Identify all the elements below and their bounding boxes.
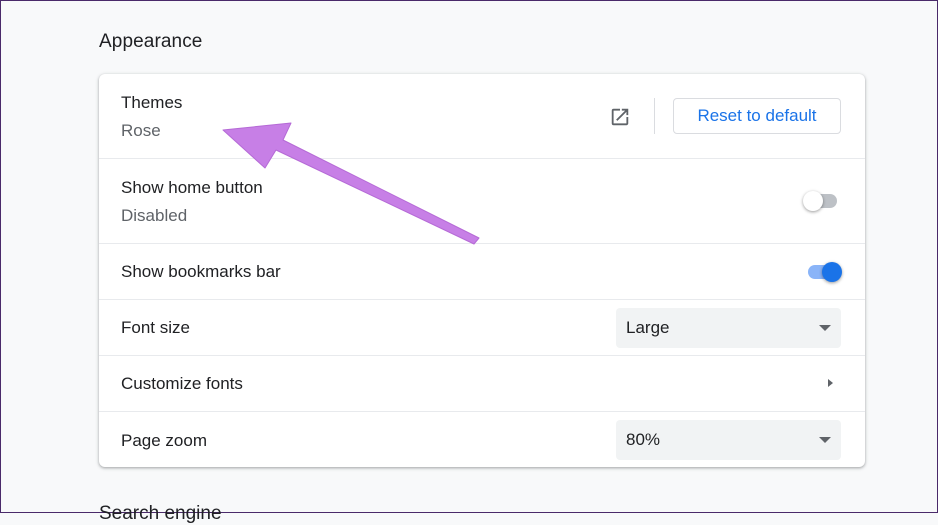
reset-to-default-button[interactable]: Reset to default [673,98,841,134]
bookmarks-bar-row[interactable]: Show bookmarks bar [99,243,865,299]
customize-fonts-label: Customize fonts [121,374,243,393]
open-in-new-icon[interactable] [609,106,631,128]
customize-fonts-row[interactable]: Customize fonts [99,355,865,411]
home-button-row[interactable]: Show home button Disabled [99,158,865,243]
bookmarks-bar-label: Show bookmarks bar [121,262,281,281]
appearance-card: Themes Rose Reset to default Show home b… [99,74,865,467]
toggle-knob [822,262,842,282]
bookmarks-bar-toggle[interactable] [806,262,842,282]
home-button-toggle[interactable] [803,191,839,211]
toggle-knob [803,191,823,211]
font-size-select[interactable]: Large [616,308,841,348]
font-size-label: Font size [121,318,190,337]
chevron-right-icon [828,379,833,387]
home-button-value: Disabled [121,206,188,225]
page-zoom-select[interactable]: 80% [616,420,841,460]
font-size-row: Font size Large [99,299,865,355]
themes-label: Themes [121,93,183,112]
home-button-label: Show home button [121,178,263,197]
dropdown-arrow-icon [819,325,831,331]
themes-value: Rose [121,121,161,140]
page-zoom-label: Page zoom [121,431,207,450]
font-size-selected: Large [626,318,670,337]
section-title-search-engine: Search engine [99,503,222,524]
dropdown-arrow-icon [819,437,831,443]
page-zoom-selected: 80% [626,430,661,449]
page-zoom-row: Page zoom 80% [99,411,865,467]
themes-divider [654,98,655,134]
themes-row[interactable]: Themes Rose Reset to default [99,74,865,158]
section-title-appearance: Appearance [99,31,203,52]
